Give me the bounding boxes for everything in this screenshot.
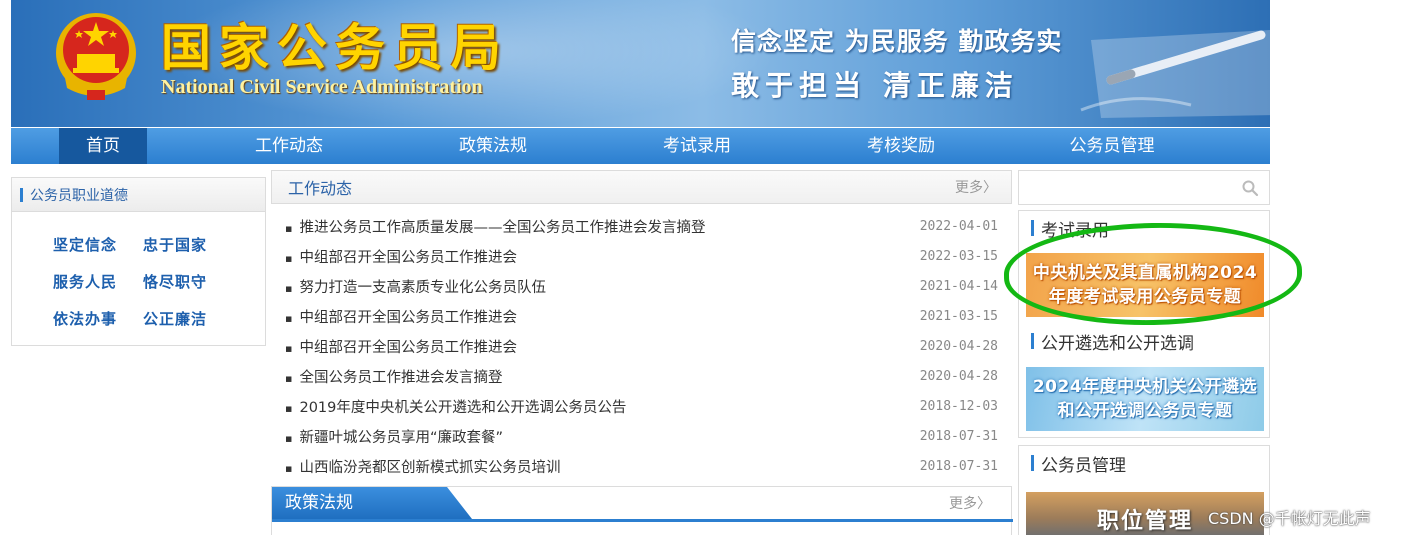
header-marker: [1031, 333, 1034, 349]
news-date: 2020-04-28: [919, 338, 998, 354]
news-item[interactable]: 新疆叶城公务员享用“廉政套餐” 2018-07-31: [271, 421, 1012, 451]
work-news-panel: 工作动态 更多〉 推进公务员工作高质量发展——全国公务员工作推进会发言摘登 202…: [271, 170, 1012, 480]
exam-banner-line2: 年度考试录用公务员专题: [1048, 287, 1242, 307]
nav-exam[interactable]: 考试录用: [647, 128, 747, 164]
main-nav: 首页 工作动态 政策法规 考试录用 考核奖励 公务员管理: [11, 128, 1270, 164]
news-item[interactable]: 推进公务员工作高质量发展——全国公务员工作推进会发言摘登 2022-04-01: [271, 211, 1012, 241]
ethics-box: 公务员职业道德 坚定信念 忠于国家 服务人民 恪尽职守 依法办事 公正廉洁: [11, 177, 266, 346]
news-date: 2018-07-31: [919, 458, 998, 474]
exam-banner[interactable]: 中央机关及其直属机构2024 年度考试录用公务员专题: [1026, 253, 1264, 317]
nav-management[interactable]: 公务员管理: [1057, 128, 1167, 164]
ethics-item: 恪尽职守: [143, 273, 208, 291]
ethics-header: 公务员职业道德: [12, 178, 265, 212]
news-date: 2018-12-03: [919, 398, 998, 414]
selection-banner[interactable]: 2024年度中央机关公开遴选 和公开选调公务员专题: [1026, 367, 1264, 431]
policy-tab[interactable]: 政策法规: [272, 487, 472, 519]
more-link[interactable]: 更多〉: [955, 177, 997, 197]
selection-banner-line2: 和公开选调公务员专题: [1057, 401, 1233, 421]
header-marker: [20, 187, 23, 202]
news-date: 2022-03-15: [919, 248, 998, 264]
management-title[interactable]: 公务员管理: [1041, 451, 1126, 476]
work-news-header: 工作动态 更多〉: [271, 170, 1012, 204]
news-title[interactable]: 推进公务员工作高质量发展——全国公务员工作推进会发言摘登: [285, 216, 705, 237]
ethics-item: 依法办事: [53, 310, 118, 328]
header-marker: [1031, 220, 1034, 236]
news-title[interactable]: 中组部召开全国公务员工作推进会: [285, 246, 517, 267]
ethics-item: 坚定信念: [53, 236, 118, 254]
exam-box: 考试录用 中央机关及其直属机构2024 年度考试录用公务员专题 公开遴选和公开选…: [1018, 210, 1270, 438]
news-item[interactable]: 中组部召开全国公务员工作推进会 2021-03-15: [271, 301, 1012, 331]
news-title[interactable]: 山西临汾尧都区创新模式抓实公务员培训: [285, 456, 560, 477]
nav-assessment[interactable]: 考核奖励: [851, 128, 951, 164]
news-title[interactable]: 中组部召开全国公务员工作推进会: [285, 336, 517, 357]
news-title[interactable]: 中组部召开全国公务员工作推进会: [285, 306, 517, 327]
management-banner-text: 职位管理: [1096, 509, 1193, 534]
news-title[interactable]: 努力打造一支高素质专业化公务员队伍: [285, 276, 546, 297]
nav-work-news[interactable]: 工作动态: [239, 128, 339, 164]
selection-banner-line1: 2024年度中央机关公开遴选: [1032, 377, 1258, 397]
exam-banner-line1: 中央机关及其直属机构2024: [1032, 263, 1258, 283]
exam-title[interactable]: 考试录用: [1041, 216, 1109, 241]
exam-header: 考试录用: [1019, 211, 1269, 245]
news-date: 2021-04-14: [919, 278, 998, 294]
news-item[interactable]: 2019年度中央机关公开遴选和公开选调公务员公告 2018-12-03: [271, 391, 1012, 421]
work-news-title[interactable]: 工作动态: [288, 175, 352, 199]
search-icon[interactable]: [1241, 179, 1259, 197]
site-subtitle: National Civil Service Administration: [161, 76, 483, 98]
news-item[interactable]: 中组部召开全国公务员工作推进会 2020-04-28: [271, 331, 1012, 361]
site-title: 国家公务员局: [161, 18, 509, 77]
management-header: 公务员管理: [1019, 446, 1269, 480]
watermark: CSDN @千帐灯无此声: [1208, 509, 1371, 528]
ethics-item: 公正廉洁: [143, 310, 208, 328]
news-date: 2021-03-15: [919, 308, 998, 324]
policy-divider: [272, 519, 1013, 522]
slogan-line-2: 敢于担当 清正廉洁: [731, 69, 1019, 102]
news-list: 推进公务员工作高质量发展——全国公务员工作推进会发言摘登 2022-04-01 中…: [271, 211, 1012, 481]
slogan-line-1: 信念坚定 为民服务 勤政务实: [731, 27, 1063, 56]
ethics-list: 坚定信念 忠于国家 服务人民 恪尽职守 依法办事 公正廉洁: [53, 234, 233, 329]
policy-panel: 政策法规 更多〉: [271, 486, 1013, 535]
page: 国家公务员局 National Civil Service Administra…: [0, 0, 1416, 535]
selection-header: 公开遴选和公开选调: [1019, 324, 1269, 358]
national-emblem-icon: [56, 13, 136, 100]
news-item[interactable]: 全国公务员工作推进会发言摘登 2020-04-28: [271, 361, 1012, 391]
header-marker: [1031, 455, 1034, 471]
news-item[interactable]: 中组部召开全国公务员工作推进会 2022-03-15: [271, 241, 1012, 271]
ethics-title[interactable]: 公务员职业道德: [30, 185, 128, 205]
news-date: 2020-04-28: [919, 368, 998, 384]
news-item[interactable]: 努力打造一支高素质专业化公务员队伍 2021-04-14: [271, 271, 1012, 301]
search-box: [1018, 170, 1270, 205]
header-banner: 国家公务员局 National Civil Service Administra…: [11, 0, 1270, 127]
news-title[interactable]: 全国公务员工作推进会发言摘登: [285, 366, 502, 387]
ethics-item: 服务人民: [53, 273, 118, 291]
nav-policy[interactable]: 政策法规: [443, 128, 543, 164]
policy-more-link[interactable]: 更多〉: [949, 493, 991, 513]
news-date: 2022-04-01: [919, 218, 998, 234]
search-input[interactable]: [1019, 171, 1239, 204]
ethics-item: 忠于国家: [143, 236, 208, 254]
nav-home[interactable]: 首页: [59, 128, 147, 164]
news-item[interactable]: 山西临汾尧都区创新模式抓实公务员培训 2018-07-31: [271, 451, 1012, 481]
pen-and-paper-icon: [1080, 30, 1270, 118]
selection-title[interactable]: 公开遴选和公开选调: [1041, 329, 1194, 354]
news-date: 2018-07-31: [919, 428, 998, 444]
news-title[interactable]: 2019年度中央机关公开遴选和公开选调公务员公告: [285, 396, 626, 417]
news-title[interactable]: 新疆叶城公务员享用“廉政套餐”: [285, 426, 503, 447]
